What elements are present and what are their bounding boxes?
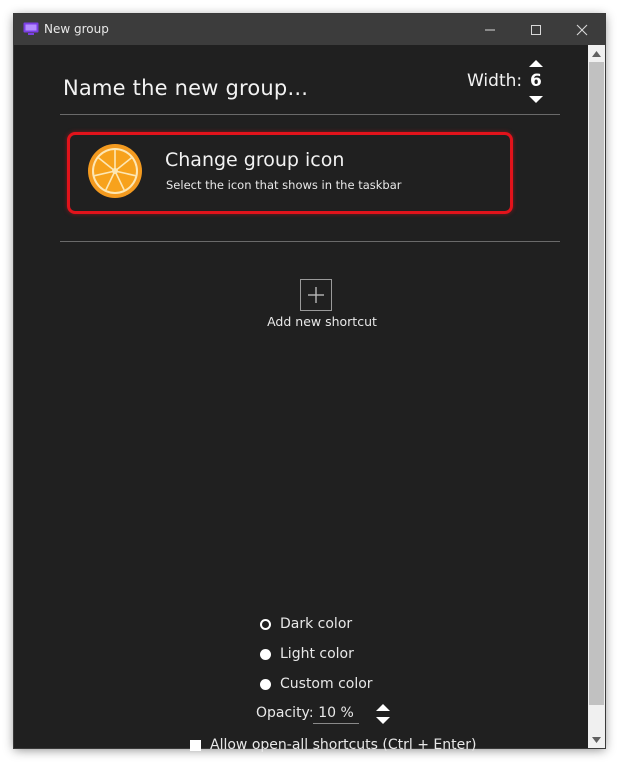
width-down-arrow-icon[interactable] bbox=[528, 95, 544, 105]
custom-color-option[interactable]: Custom color bbox=[260, 674, 373, 694]
opacity-up-arrow-icon[interactable] bbox=[375, 702, 391, 712]
app-icon bbox=[23, 22, 39, 35]
card-subtitle: Select the icon that shows in the taskba… bbox=[166, 178, 402, 192]
width-label: Width: bbox=[467, 71, 523, 91]
group-name-input[interactable]: Name the new group... bbox=[63, 76, 308, 100]
title-bar[interactable]: New group bbox=[14, 14, 605, 45]
radio-label: Dark color bbox=[280, 616, 353, 632]
vertical-scrollbar[interactable] bbox=[588, 45, 605, 748]
scroll-up-button[interactable] bbox=[588, 45, 605, 62]
minimize-button[interactable] bbox=[467, 14, 513, 45]
dark-color-option[interactable]: Dark color bbox=[260, 614, 352, 634]
opacity-input[interactable]: 10 % bbox=[313, 705, 359, 724]
scroll-down-button[interactable] bbox=[588, 731, 605, 748]
add-shortcut-label[interactable]: Add new shortcut bbox=[234, 314, 410, 329]
section-divider bbox=[60, 241, 560, 242]
allow-open-all-option[interactable]: Allow open-all shortcuts (Ctrl + Enter) bbox=[190, 735, 476, 755]
light-color-option[interactable]: Light color bbox=[260, 644, 354, 664]
window-content: Name the new group... Width: 6 Change gr… bbox=[14, 45, 588, 753]
minimize-icon bbox=[485, 29, 495, 30]
close-icon bbox=[576, 24, 588, 35]
width-up-arrow-icon[interactable] bbox=[528, 58, 544, 68]
radio-button[interactable] bbox=[260, 648, 271, 660]
plus-icon bbox=[308, 287, 324, 303]
scroll-up-arrow-icon bbox=[592, 50, 601, 57]
scroll-down-arrow-icon bbox=[592, 736, 601, 743]
radio-button[interactable] bbox=[260, 678, 271, 690]
opacity-down-arrow-icon[interactable] bbox=[375, 716, 391, 726]
window-title: New group bbox=[44, 22, 109, 36]
new-group-window: New group Name the new group... Width: 6 bbox=[14, 14, 605, 753]
opacity-label: Opacity: bbox=[256, 705, 314, 721]
maximize-button[interactable] bbox=[513, 14, 559, 45]
radio-button[interactable] bbox=[260, 618, 271, 630]
allow-open-all-label: Allow open-all shortcuts (Ctrl + Enter) bbox=[210, 737, 477, 753]
scroll-thumb[interactable] bbox=[589, 62, 604, 705]
radio-label: Light color bbox=[280, 646, 354, 662]
radio-label: Custom color bbox=[280, 676, 373, 692]
width-value[interactable]: 6 bbox=[530, 71, 542, 91]
close-button[interactable] bbox=[559, 14, 605, 45]
orange-slice-icon[interactable] bbox=[87, 143, 143, 199]
name-underline bbox=[60, 114, 560, 115]
maximize-icon bbox=[531, 24, 541, 35]
card-title: Change group icon bbox=[165, 149, 345, 171]
allow-open-all-checkbox[interactable] bbox=[190, 739, 201, 751]
add-shortcut-button[interactable] bbox=[300, 279, 332, 311]
